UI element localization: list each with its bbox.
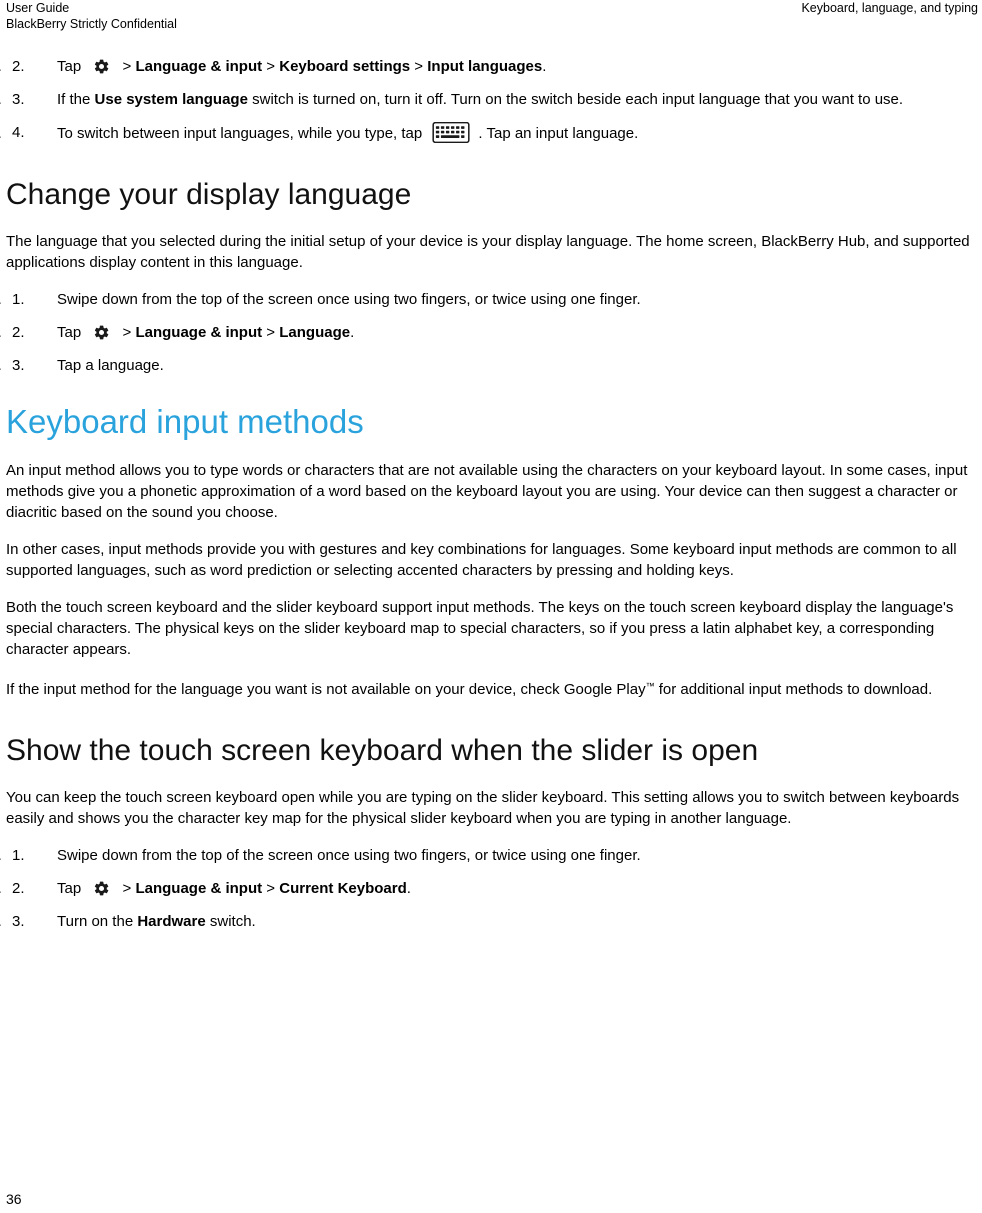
steps-slider-list: 1. Swipe down from the top of the screen … bbox=[6, 845, 981, 932]
heading-change-display-language: Change your display language bbox=[6, 178, 412, 211]
list-item: 3. Turn on the Hardware switch. bbox=[6, 911, 981, 932]
paragraph-input-methods-2: In other cases, input methods provide yo… bbox=[6, 541, 957, 579]
steps-display-language-list: 1. Swipe down from the top of the screen … bbox=[6, 289, 981, 376]
list-item: 1. Swipe down from the top of the screen … bbox=[6, 289, 981, 310]
keyboard-icon bbox=[432, 121, 470, 144]
list-item-text: If the Use system language switch is tur… bbox=[57, 91, 904, 108]
paragraph-text-after-trademark: for additional input methods to download… bbox=[654, 681, 933, 698]
emphasis-text: Use system language bbox=[94, 91, 248, 108]
heading-keyboard-input-methods: Keyboard input methods bbox=[6, 403, 364, 440]
emphasis-text: Current Keyboard bbox=[279, 880, 407, 897]
document-page: User Guide BlackBerry Strictly Confident… bbox=[0, 0, 982, 1213]
list-item-number: 1. bbox=[12, 291, 25, 308]
emphasis-text: Language & input bbox=[135, 324, 263, 341]
header-confidentiality-notice: BlackBerry Strictly Confidential bbox=[6, 17, 177, 31]
list-item-text: To switch between input languages, while… bbox=[57, 121, 638, 144]
list-item: 3. If the Use system language switch is t… bbox=[6, 89, 981, 110]
page-content: 2. Tap > Language & input > Keyboard sett… bbox=[6, 56, 981, 944]
list-item-text: Swipe down from the top of the screen on… bbox=[57, 291, 641, 308]
list-item: 2. Tap > Language & input > Keyboard sett… bbox=[6, 56, 981, 77]
steps-top-list: 2. Tap > Language & input > Keyboard sett… bbox=[6, 56, 981, 144]
emphasis-text: Language & input bbox=[135, 58, 263, 75]
list-item-number: 3. bbox=[12, 357, 25, 374]
list-item-number: 2. bbox=[12, 324, 25, 341]
header-chapter-title: Keyboard, language, and typing bbox=[801, 1, 978, 15]
heading-show-touch-screen-keyboard: Show the touch screen keyboard when the … bbox=[6, 734, 759, 767]
list-item: 2. Tap > Language & input > Current Keybo… bbox=[6, 878, 981, 899]
paragraph-slider-intro: You can keep the touch screen keyboard o… bbox=[6, 789, 960, 827]
list-item-text: Tap > Language & input > Current Keyboar… bbox=[57, 880, 411, 897]
list-item-number: 3. bbox=[12, 91, 25, 108]
emphasis-text: Language bbox=[279, 324, 351, 341]
emphasis-text: Language & input bbox=[135, 880, 263, 897]
gear-icon bbox=[93, 324, 110, 341]
list-item: 4. To switch between input languages, whi… bbox=[6, 121, 981, 144]
paragraph-input-methods-1: An input method allows you to type words… bbox=[6, 462, 968, 521]
list-item-text: Turn on the Hardware switch. bbox=[57, 913, 256, 930]
header-left: User Guide BlackBerry Strictly Confident… bbox=[6, 0, 177, 32]
paragraph-display-language-intro: The language that you selected during th… bbox=[6, 233, 970, 271]
page-header: User Guide BlackBerry Strictly Confident… bbox=[0, 0, 982, 40]
paragraph-text-before-trademark: If the input method for the language you… bbox=[6, 681, 646, 698]
list-item-number: 2. bbox=[12, 880, 25, 897]
list-item-text: Tap > Language & input > Keyboard settin… bbox=[57, 58, 547, 75]
header-doc-title: User Guide bbox=[6, 1, 70, 15]
list-item-number: 3. bbox=[12, 913, 25, 930]
list-item-text: Tap a language. bbox=[57, 357, 164, 374]
list-item-number: 1. bbox=[12, 847, 25, 864]
paragraph-input-methods-4: If the input method for the language you… bbox=[6, 676, 981, 700]
list-item-text: Swipe down from the top of the screen on… bbox=[57, 847, 641, 864]
list-item: 3. Tap a language. bbox=[6, 355, 981, 376]
list-item: 1. Swipe down from the top of the screen … bbox=[6, 845, 981, 866]
gear-icon bbox=[93, 880, 110, 897]
emphasis-text: Input languages bbox=[427, 58, 543, 75]
page-number: 36 bbox=[6, 1191, 22, 1207]
emphasis-text: Hardware bbox=[137, 913, 206, 930]
list-item-number: 4. bbox=[12, 124, 25, 141]
trademark-symbol: ™ bbox=[645, 681, 655, 691]
list-item-number: 2. bbox=[12, 58, 25, 75]
gear-icon bbox=[93, 58, 110, 75]
paragraph-input-methods-3: Both the touch screen keyboard and the s… bbox=[6, 599, 954, 658]
emphasis-text: Keyboard settings bbox=[279, 58, 411, 75]
list-item: 2. Tap > Language & input > Language. bbox=[6, 322, 981, 343]
list-item-text: Tap > Language & input > Language. bbox=[57, 324, 355, 341]
